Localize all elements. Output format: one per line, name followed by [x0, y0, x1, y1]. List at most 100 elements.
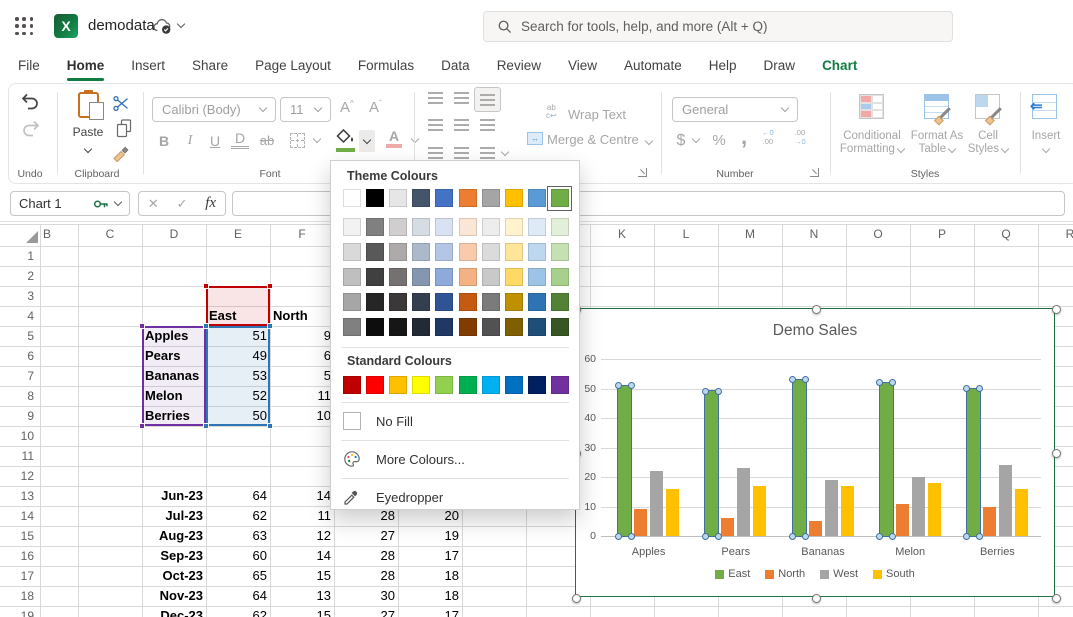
bar-west-melon[interactable] — [912, 477, 925, 536]
bar-north-melon[interactable] — [896, 504, 909, 536]
bar-south-pears[interactable] — [753, 486, 766, 536]
cell-D14[interactable]: Jul-23 — [145, 506, 203, 526]
tab-file[interactable]: File — [18, 52, 40, 82]
row-header-3[interactable]: 3 — [0, 286, 34, 306]
no-fill-option[interactable]: No Fill — [343, 408, 571, 434]
row-header-13[interactable]: 13 — [0, 486, 34, 506]
row-header-15[interactable]: 15 — [0, 526, 34, 546]
cell-F19[interactable]: 15 — [273, 606, 331, 617]
insert-cells-button[interactable]: Insert — [1026, 130, 1066, 156]
series-point-handle[interactable] — [702, 533, 709, 540]
series-point-handle[interactable] — [976, 385, 983, 392]
bottom-align-button[interactable] — [474, 87, 501, 112]
cut-button[interactable] — [113, 95, 130, 112]
theme-color-swatch[interactable] — [389, 189, 407, 207]
theme-color-swatch[interactable] — [343, 189, 361, 207]
theme-variant-swatch[interactable] — [412, 218, 430, 236]
theme-variant-swatch[interactable] — [366, 318, 384, 336]
cell-E4[interactable]: East — [209, 306, 267, 326]
tab-data[interactable]: Data — [441, 52, 470, 82]
col-header-K[interactable]: K — [602, 224, 642, 245]
range-handle[interactable] — [139, 423, 145, 429]
decrease-indent-button[interactable] — [428, 147, 443, 149]
theme-variant-swatch[interactable] — [505, 268, 523, 286]
tab-insert[interactable]: Insert — [131, 52, 165, 82]
cell-D13[interactable]: Jun-23 — [145, 486, 203, 506]
font-name-combo[interactable]: Calibri (Body) — [152, 97, 276, 122]
theme-color-swatch[interactable] — [505, 189, 523, 207]
bar-north-pears[interactable] — [721, 518, 734, 536]
row-header-16[interactable]: 16 — [0, 546, 34, 566]
cell-D6[interactable]: Pears — [145, 346, 203, 366]
cell-F4[interactable]: North — [273, 306, 331, 326]
double-underline-button[interactable]: D — [231, 130, 249, 149]
excel-logo-icon[interactable]: X — [54, 14, 78, 38]
cell-G16[interactable]: 28 — [337, 546, 395, 566]
wrap-text-button[interactable]: Wrap Text — [568, 107, 626, 122]
align-left-button[interactable] — [428, 119, 443, 121]
fill-color-button[interactable] — [336, 129, 356, 152]
theme-variant-swatch[interactable] — [459, 243, 477, 261]
name-box-chevron-icon[interactable] — [114, 198, 122, 206]
col-header-E[interactable]: E — [218, 224, 258, 245]
theme-variant-swatch[interactable] — [482, 318, 500, 336]
chart-selection-handle[interactable] — [812, 594, 821, 603]
bar-east-melon[interactable] — [880, 383, 893, 536]
increase-font-size-button[interactable]: A^ — [340, 99, 354, 116]
theme-variant-swatch[interactable] — [366, 218, 384, 236]
cell-G19[interactable]: 27 — [337, 606, 395, 617]
theme-color-swatch[interactable] — [482, 189, 500, 207]
theme-variant-swatch[interactable] — [389, 218, 407, 236]
cell-F14[interactable]: 11 — [273, 506, 331, 526]
top-align-button[interactable] — [428, 92, 443, 94]
row-header-1[interactable]: 1 — [0, 246, 34, 266]
range-handle[interactable] — [203, 423, 209, 429]
standard-color-swatch[interactable] — [551, 376, 569, 394]
cell-E18[interactable]: 64 — [209, 586, 267, 606]
theme-variant-swatch[interactable] — [343, 293, 361, 311]
format-as-table-button[interactable]: Format AsTable — [906, 130, 968, 156]
cell-E7[interactable]: 53 — [209, 366, 267, 386]
decrease-font-size-button[interactable]: Aˇ — [369, 99, 382, 116]
tab-home[interactable]: Home — [67, 52, 105, 82]
cell-F13[interactable]: 14 — [273, 486, 331, 506]
bar-south-apples[interactable] — [666, 489, 679, 536]
paste-chevron-icon[interactable] — [84, 145, 92, 153]
theme-variant-swatch[interactable] — [459, 318, 477, 336]
series-point-handle[interactable] — [615, 533, 622, 540]
col-header-F[interactable]: F — [282, 224, 322, 245]
series-point-handle[interactable] — [876, 533, 883, 540]
cell-E14[interactable]: 62 — [209, 506, 267, 526]
merge-centre-button[interactable]: Merge & Centre — [547, 132, 652, 147]
series-point-handle[interactable] — [889, 533, 896, 540]
cell-F9[interactable]: 10 — [273, 406, 331, 426]
bar-north-berries[interactable] — [983, 507, 996, 537]
theme-variant-swatch[interactable] — [551, 293, 569, 311]
row-header-2[interactable]: 2 — [0, 266, 34, 286]
theme-variant-swatch[interactable] — [412, 243, 430, 261]
theme-variant-swatch[interactable] — [435, 243, 453, 261]
row-header-9[interactable]: 9 — [0, 406, 34, 426]
theme-variant-swatch[interactable] — [505, 218, 523, 236]
theme-variant-swatch[interactable] — [366, 243, 384, 261]
theme-color-swatch[interactable] — [459, 189, 477, 207]
bar-east-berries[interactable] — [967, 389, 980, 537]
theme-variant-swatch[interactable] — [389, 268, 407, 286]
standard-color-swatch[interactable] — [343, 376, 361, 394]
series-point-handle[interactable] — [715, 388, 722, 395]
col-header-M[interactable]: M — [730, 224, 770, 245]
tab-page-layout[interactable]: Page Layout — [255, 52, 331, 82]
align-center-button[interactable] — [454, 119, 469, 121]
tab-help[interactable]: Help — [709, 52, 737, 82]
series-point-handle[interactable] — [889, 379, 896, 386]
underline-button[interactable]: U — [206, 130, 224, 152]
cell-styles-button[interactable]: CellStyles — [966, 130, 1010, 156]
theme-variant-swatch[interactable] — [459, 218, 477, 236]
tab-share[interactable]: Share — [192, 52, 228, 82]
theme-variant-swatch[interactable] — [366, 268, 384, 286]
align-right-button[interactable] — [480, 119, 495, 121]
row-header-7[interactable]: 7 — [0, 366, 34, 386]
chart-selection-handle[interactable] — [1052, 594, 1061, 603]
series-point-handle[interactable] — [963, 533, 970, 540]
enter-button[interactable]: ✓ — [177, 196, 188, 212]
